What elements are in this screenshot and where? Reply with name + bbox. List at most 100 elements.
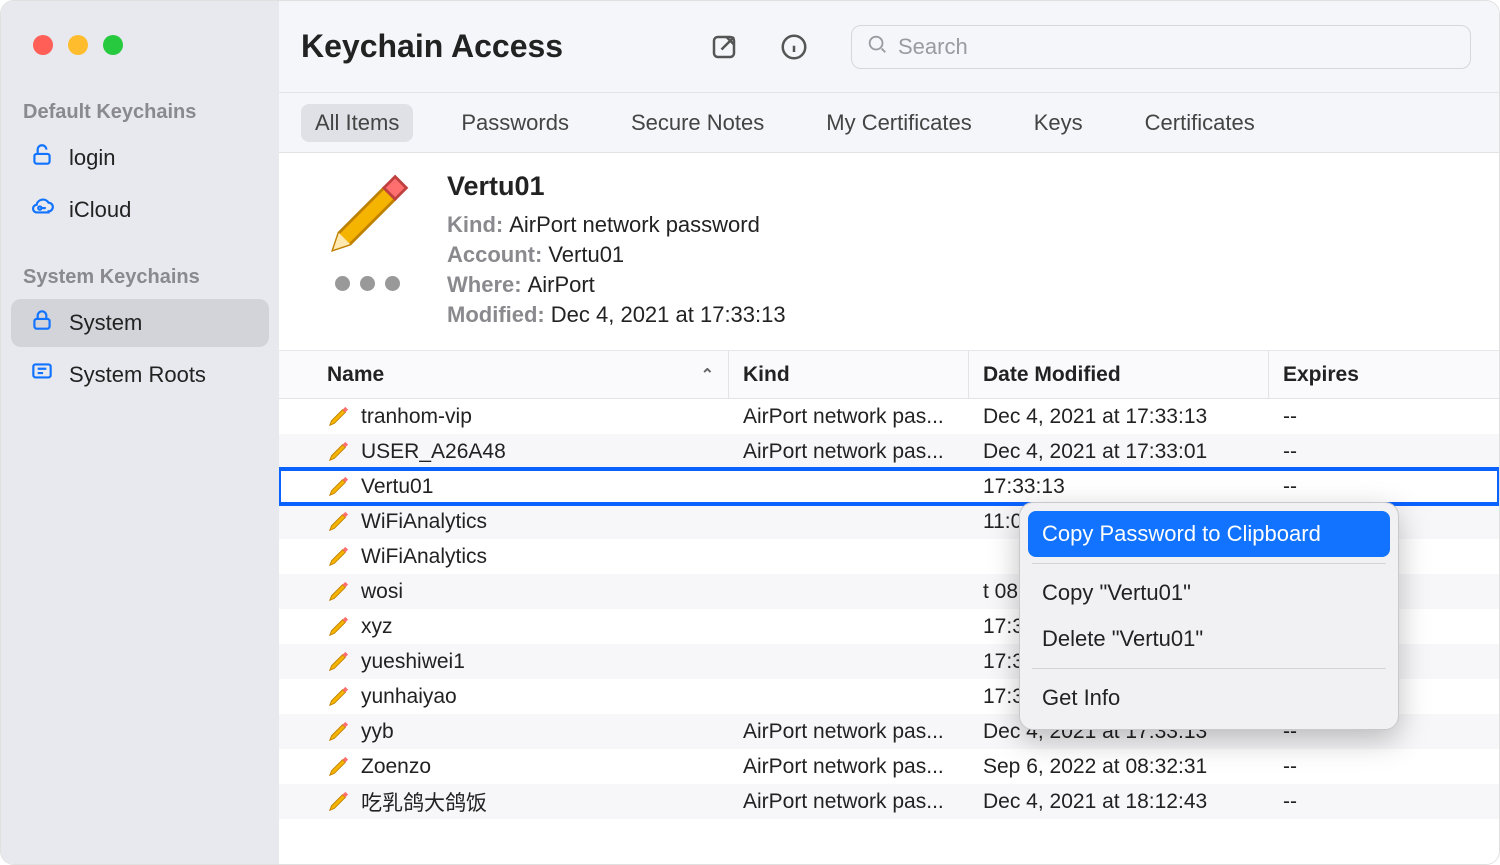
table-row[interactable]: 吃乳鸽大鸽饭 AirPort network pas...Dec 4, 2021 … bbox=[279, 784, 1499, 819]
row-date: Dec 4, 2021 at 18:12:43 bbox=[969, 790, 1269, 814]
password-item-icon bbox=[327, 511, 353, 533]
lock-icon bbox=[29, 307, 55, 339]
password-item-icon bbox=[327, 651, 353, 673]
sidebar-item-label: System bbox=[69, 310, 142, 336]
row-name: yueshiwei1 bbox=[361, 650, 465, 674]
menu-separator bbox=[1032, 563, 1386, 564]
row-name: tranhom-vip bbox=[361, 405, 472, 429]
row-name: WiFiAnalytics bbox=[361, 510, 487, 534]
menu-separator bbox=[1032, 668, 1386, 669]
menu-get-info[interactable]: Get Info bbox=[1028, 675, 1390, 721]
password-item-icon bbox=[327, 721, 353, 743]
info-button[interactable] bbox=[775, 28, 813, 66]
category-tabbar: All Items Passwords Secure Notes My Cert… bbox=[279, 93, 1499, 153]
zoom-window-button[interactable] bbox=[103, 35, 123, 55]
menu-copy-name[interactable]: Copy "Vertu01" bbox=[1028, 570, 1390, 616]
row-kind: AirPort network pas... bbox=[729, 755, 969, 779]
table-row[interactable]: USER_A26A48 AirPort network pas...Dec 4, … bbox=[279, 434, 1499, 469]
sidebar-item-system-roots[interactable]: System Roots bbox=[11, 351, 269, 399]
column-header-kind[interactable]: Kind bbox=[729, 351, 969, 398]
detail-title: Vertu01 bbox=[447, 171, 786, 202]
table-row[interactable]: Zoenzo AirPort network pas...Sep 6, 2022 … bbox=[279, 749, 1499, 784]
sidebar-item-system[interactable]: System bbox=[11, 299, 269, 347]
sidebar-item-login[interactable]: login bbox=[11, 134, 269, 182]
row-date: Dec 4, 2021 at 17:33:01 bbox=[969, 440, 1269, 464]
row-date: 17:33:13 bbox=[969, 475, 1269, 499]
search-input[interactable] bbox=[898, 34, 1456, 60]
row-expires: -- bbox=[1269, 755, 1499, 779]
sidebar: Default Keychains login iCloud System Ke… bbox=[1, 1, 279, 864]
sidebar-item-label: login bbox=[69, 145, 115, 171]
password-item-icon bbox=[327, 581, 353, 603]
search-icon bbox=[866, 33, 888, 60]
context-menu: Copy Password to Clipboard Copy "Vertu01… bbox=[1019, 502, 1399, 730]
sidebar-section-default: Default Keychains bbox=[1, 101, 279, 134]
keychain-access-window: Default Keychains login iCloud System Ke… bbox=[0, 0, 1500, 865]
row-date: Dec 4, 2021 at 17:33:13 bbox=[969, 405, 1269, 429]
password-item-icon bbox=[327, 686, 353, 708]
menu-delete[interactable]: Delete "Vertu01" bbox=[1028, 616, 1390, 662]
password-item-icon bbox=[327, 441, 353, 463]
table-header: Name ⌃ Kind Date Modified Expires bbox=[279, 351, 1499, 399]
row-expires: -- bbox=[1269, 475, 1499, 499]
row-name: Vertu01 bbox=[361, 475, 433, 499]
unlock-icon bbox=[29, 142, 55, 174]
row-name: WiFiAnalytics bbox=[361, 545, 487, 569]
sidebar-item-label: System Roots bbox=[69, 362, 206, 388]
minimize-window-button[interactable] bbox=[68, 35, 88, 55]
row-expires: -- bbox=[1269, 790, 1499, 814]
detail-where-value: AirPort bbox=[528, 272, 595, 297]
row-name: wosi bbox=[361, 580, 403, 604]
password-item-icon bbox=[327, 406, 353, 428]
detail-modified-value: Dec 4, 2021 at 17:33:13 bbox=[551, 302, 786, 327]
row-kind: AirPort network pas... bbox=[729, 720, 969, 744]
row-name: yunhaiyao bbox=[361, 685, 457, 709]
column-header-name[interactable]: Name ⌃ bbox=[279, 351, 729, 398]
close-window-button[interactable] bbox=[33, 35, 53, 55]
row-name: Zoenzo bbox=[361, 755, 431, 779]
password-item-icon bbox=[327, 546, 353, 568]
menu-copy-password[interactable]: Copy Password to Clipboard bbox=[1028, 511, 1390, 557]
detail-kind-label: Kind: bbox=[447, 212, 503, 237]
detail-account-value: Vertu01 bbox=[548, 242, 624, 267]
sidebar-section-system: System Keychains bbox=[1, 266, 279, 299]
password-item-icon bbox=[327, 756, 353, 778]
row-name: xyz bbox=[361, 615, 393, 639]
tab-all-items[interactable]: All Items bbox=[301, 104, 413, 142]
password-item-icon bbox=[322, 171, 412, 266]
table-row[interactable]: Vertu01 17:33:13-- bbox=[279, 469, 1499, 504]
row-name: 吃乳鸽大鸽饭 bbox=[361, 787, 487, 817]
sidebar-item-label: iCloud bbox=[69, 197, 131, 223]
app-title: Keychain Access bbox=[301, 28, 563, 65]
window-controls bbox=[1, 35, 279, 55]
tab-my-certificates[interactable]: My Certificates bbox=[812, 104, 985, 142]
row-name: yyb bbox=[361, 720, 394, 744]
search-field[interactable] bbox=[851, 25, 1471, 69]
row-kind: AirPort network pas... bbox=[729, 405, 969, 429]
item-detail-panel: Vertu01 Kind:AirPort network password Ac… bbox=[279, 153, 1499, 351]
ellipsis-icon bbox=[335, 276, 400, 291]
password-item-icon bbox=[327, 476, 353, 498]
row-date: Sep 6, 2022 at 08:32:31 bbox=[969, 755, 1269, 779]
password-item-icon bbox=[327, 616, 353, 638]
detail-account-label: Account: bbox=[447, 242, 542, 267]
detail-modified-label: Modified: bbox=[447, 302, 545, 327]
row-kind: AirPort network pas... bbox=[729, 790, 969, 814]
sidebar-item-icloud[interactable]: iCloud bbox=[11, 186, 269, 234]
tab-keys[interactable]: Keys bbox=[1020, 104, 1097, 142]
tab-certificates[interactable]: Certificates bbox=[1131, 104, 1269, 142]
toolbar: Keychain Access bbox=[279, 1, 1499, 93]
cloud-key-icon bbox=[29, 194, 55, 226]
tab-passwords[interactable]: Passwords bbox=[447, 104, 583, 142]
table-row[interactable]: tranhom-vip AirPort network pas...Dec 4, … bbox=[279, 399, 1499, 434]
detail-where-label: Where: bbox=[447, 272, 522, 297]
certificate-icon bbox=[29, 359, 55, 391]
row-kind: AirPort network pas... bbox=[729, 440, 969, 464]
column-header-expires[interactable]: Expires bbox=[1269, 351, 1499, 398]
detail-kind-value: AirPort network password bbox=[509, 212, 760, 237]
row-name: USER_A26A48 bbox=[361, 440, 506, 464]
row-expires: -- bbox=[1269, 440, 1499, 464]
column-header-date[interactable]: Date Modified bbox=[969, 351, 1269, 398]
compose-button[interactable] bbox=[705, 28, 743, 66]
tab-secure-notes[interactable]: Secure Notes bbox=[617, 104, 778, 142]
